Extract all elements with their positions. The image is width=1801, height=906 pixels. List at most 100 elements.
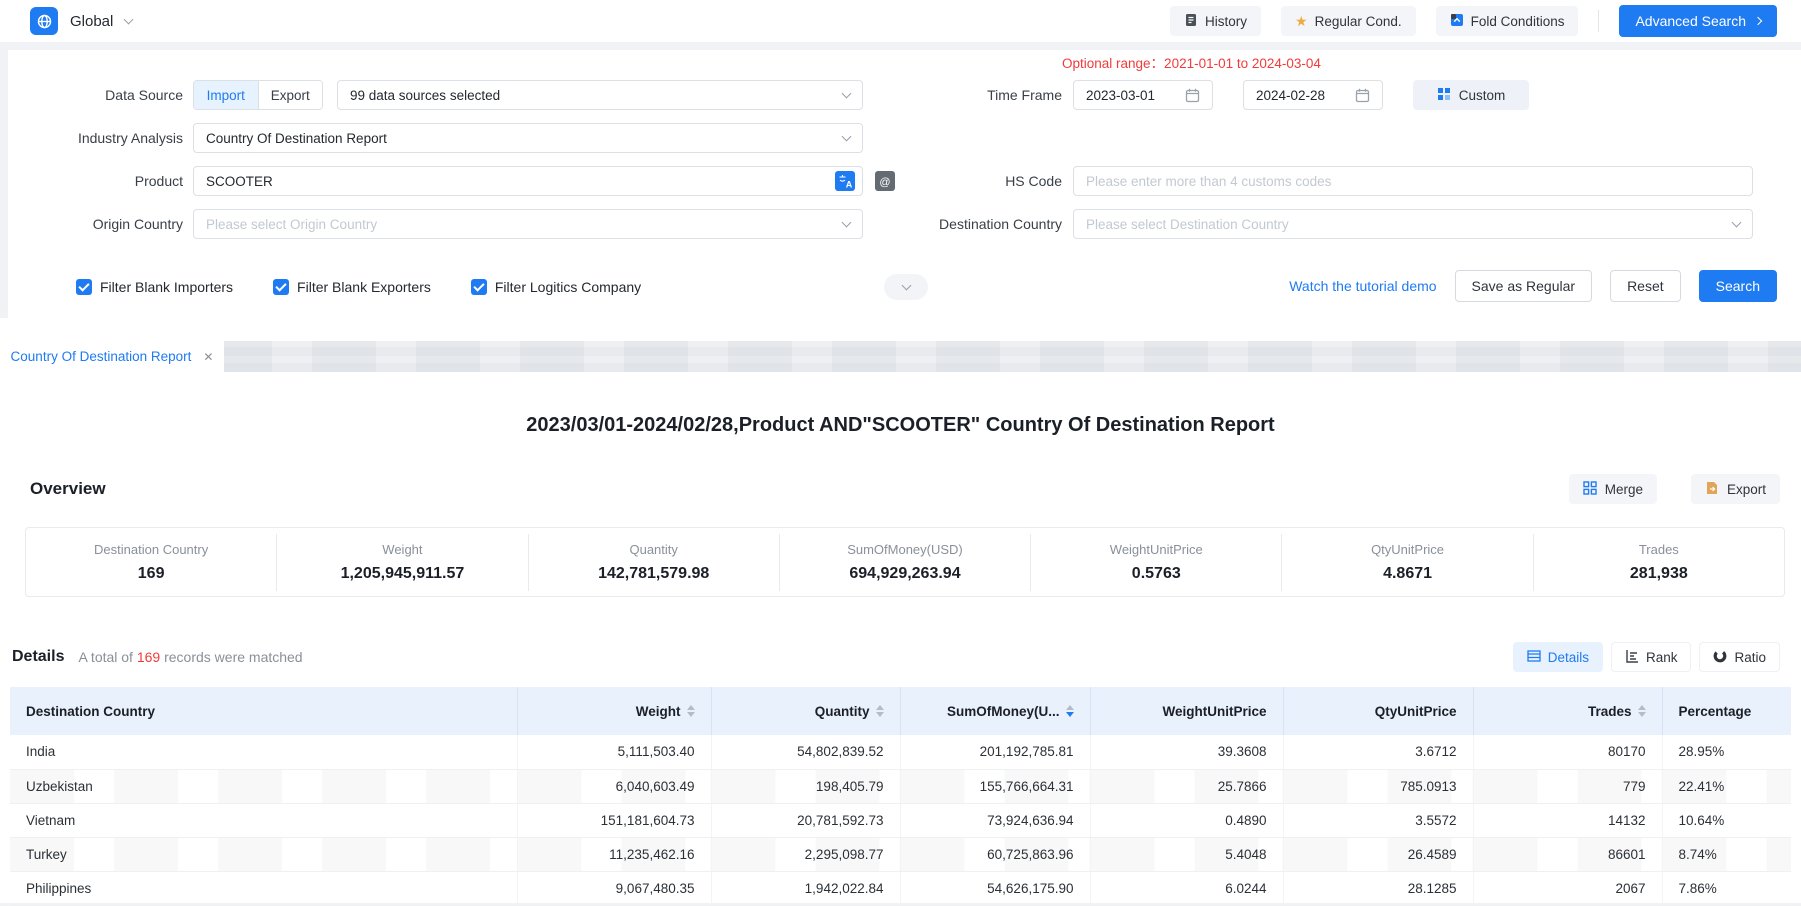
sortable-column-header[interactable]: Quantity [711, 687, 900, 735]
calendar-icon[interactable] [1355, 88, 1370, 103]
column-header: Destination Country [10, 687, 517, 735]
custom-range-label: Custom [1459, 88, 1506, 103]
checkbox-label: Filter Blank Exporters [297, 279, 431, 295]
view-details-button[interactable]: Details [1513, 642, 1603, 672]
table-icon [1527, 649, 1541, 666]
filter-checkbox[interactable]: Filter Blank Importers [76, 279, 233, 295]
value-cell: 73,924,636.94 [900, 803, 1090, 837]
start-date-input[interactable]: 2023-03-01 [1073, 80, 1213, 110]
hs-code-input[interactable] [1086, 174, 1740, 189]
value-cell: 785.0913 [1283, 769, 1473, 803]
value-cell: 5.4048 [1090, 837, 1283, 871]
value-cell: 5,111,503.40 [517, 735, 711, 769]
sortable-column-header[interactable]: SumOfMoney(U... [900, 687, 1090, 735]
start-date-value: 2023-03-01 [1086, 88, 1155, 103]
fold-conditions-icon [1450, 13, 1464, 30]
history-icon [1184, 13, 1198, 30]
stat-value: 0.5763 [1035, 565, 1277, 583]
regular-cond-button[interactable]: ★ Regular Cond. [1281, 6, 1416, 36]
data-sources-select[interactable]: 99 data sources selected [337, 80, 863, 110]
value-cell: 779 [1473, 769, 1662, 803]
destination-country-select[interactable]: Please select Destination Country [1073, 209, 1753, 239]
time-frame-label: Time Frame [880, 80, 1062, 110]
data-source-label: Data Source [10, 80, 183, 110]
details-heading: Details [12, 648, 64, 666]
tab-country-of-destination-report[interactable]: Country Of Destination Report ✕ [0, 341, 224, 372]
view-rank-button[interactable]: Rank [1611, 642, 1692, 672]
checkbox-checked-icon [273, 279, 289, 295]
checkbox-label: Filter Blank Importers [100, 279, 233, 295]
regular-cond-label: Regular Cond. [1315, 14, 1402, 29]
export-button[interactable]: Export [1691, 474, 1780, 504]
close-icon[interactable]: ✕ [203, 350, 213, 364]
table-row[interactable]: India5,111,503.4054,802,839.52201,192,78… [10, 735, 1791, 769]
history-button[interactable]: History [1170, 6, 1261, 36]
origin-country-select[interactable]: Please select Origin Country [193, 209, 863, 239]
divider [1598, 10, 1599, 32]
stat-value: 1,205,945,911.57 [281, 565, 523, 583]
industry-analysis-select[interactable]: Country Of Destination Report [193, 123, 863, 153]
table-row[interactable]: Vietnam151,181,604.7320,781,592.7373,924… [10, 803, 1791, 837]
custom-range-button[interactable]: Custom [1413, 80, 1529, 110]
reset-button[interactable]: Reset [1610, 270, 1681, 302]
value-cell: 3.6712 [1283, 735, 1473, 769]
view-ratio-button[interactable]: Ratio [1699, 642, 1780, 672]
value-cell: 198,405.79 [711, 769, 900, 803]
column-header: WeightUnitPrice [1090, 687, 1283, 735]
merge-button[interactable]: Merge [1569, 474, 1657, 504]
product-input[interactable] [206, 174, 826, 189]
value-cell: 20,781,592.73 [711, 803, 900, 837]
import-tab[interactable]: Import [194, 81, 258, 109]
export-label: Export [1727, 482, 1766, 497]
details-table: Destination CountryWeightQuantitySumOfMo… [10, 687, 1791, 906]
table-row[interactable]: Turkey11,235,462.162,295,098.7760,725,86… [10, 837, 1791, 871]
value-cell: 0.4890 [1090, 803, 1283, 837]
value-cell: 39.3608 [1090, 735, 1283, 769]
sortable-column-header[interactable]: Trades [1473, 687, 1662, 735]
overview-stat: WeightUnitPrice0.5763 [1030, 534, 1281, 591]
origin-country-label: Origin Country [10, 209, 183, 239]
region-selector[interactable]: Global [30, 7, 132, 35]
save-as-regular-button[interactable]: Save as Regular [1455, 270, 1593, 302]
chevron-down-icon [124, 15, 134, 25]
table-row[interactable]: Uzbekistan6,040,603.49198,405.79155,766,… [10, 769, 1791, 803]
tutorial-link[interactable]: Watch the tutorial demo [1289, 278, 1436, 294]
filter-checkbox[interactable]: Filter Blank Exporters [273, 279, 431, 295]
fold-conditions-button[interactable]: Fold Conditions [1436, 6, 1579, 36]
product-field: A [193, 166, 863, 196]
advanced-search-button[interactable]: Advanced Search [1619, 5, 1777, 37]
filter-checkbox[interactable]: Filter Logitics Company [471, 279, 641, 295]
data-sources-value: 99 data sources selected [350, 88, 500, 103]
collapse-form-button[interactable] [884, 274, 928, 300]
fold-conditions-label: Fold Conditions [1471, 14, 1565, 29]
checkbox-checked-icon [76, 279, 92, 295]
overview-stat: Destination Country169 [26, 534, 276, 591]
chevron-right-icon [1754, 17, 1762, 25]
end-date-input[interactable]: 2024-02-28 [1243, 80, 1383, 110]
value-cell: 25.7866 [1090, 769, 1283, 803]
export-tab[interactable]: Export [258, 81, 323, 109]
value-cell: 28.1285 [1283, 871, 1473, 905]
overview-stat: Weight1,205,945,911.57 [276, 534, 527, 591]
region-label: Global [70, 13, 113, 30]
records-matched-text: A total of 169 records were matched [78, 649, 302, 665]
value-cell: 7.86% [1662, 871, 1791, 905]
country-cell: Turkey [10, 837, 517, 871]
value-cell: 151,181,604.73 [517, 803, 711, 837]
sort-icon [1066, 705, 1074, 717]
sort-icon [687, 705, 695, 717]
stat-label: Trades [1538, 542, 1780, 557]
overview-stat: Trades281,938 [1533, 534, 1784, 591]
translate-icon[interactable]: A [835, 171, 855, 191]
chevron-down-icon [1732, 218, 1742, 228]
value-cell: 86601 [1473, 837, 1662, 871]
grid-icon [1437, 87, 1451, 104]
value-cell: 14132 [1473, 803, 1662, 837]
chevron-down-icon [842, 132, 852, 142]
sortable-column-header[interactable]: Weight [517, 687, 711, 735]
search-button[interactable]: Search [1699, 270, 1777, 302]
optional-range-note: Optional range：2021-01-01 to 2024-03-04 [1062, 52, 1321, 72]
calendar-icon[interactable] [1185, 88, 1200, 103]
table-row[interactable]: Philippines9,067,480.351,942,022.8454,62… [10, 871, 1791, 905]
value-cell: 201,192,785.81 [900, 735, 1090, 769]
